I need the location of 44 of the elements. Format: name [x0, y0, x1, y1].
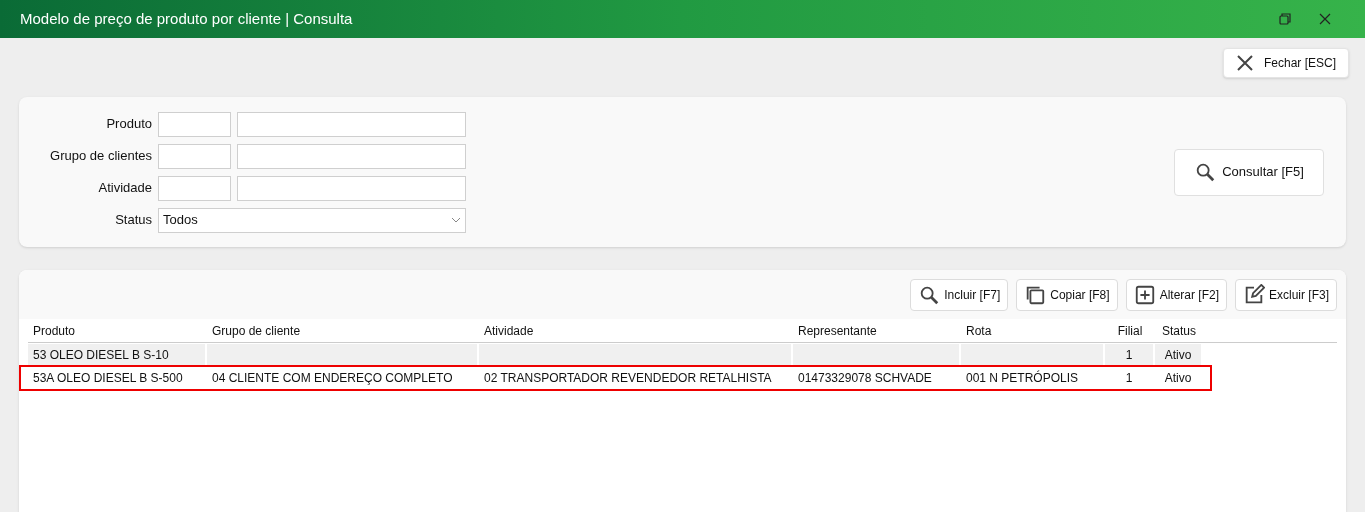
close-icon [1235, 54, 1254, 72]
edit-icon [1243, 283, 1265, 306]
table-cell: 53A OLEO DIESEL B S-500 [28, 367, 207, 389]
field-label: Grupo de clientes [49, 147, 152, 166]
plus-square-icon [1133, 283, 1156, 306]
description-field[interactable] [237, 143, 466, 169]
table-row[interactable]: 53 OLEO DIESEL B S-10 1 Ativo [28, 344, 1337, 366]
code-field[interactable] [158, 175, 231, 201]
table-cell: 01473329078 SCHVADE [793, 367, 961, 389]
search-icon [1194, 161, 1217, 183]
table-cell: 04 CLIENTE COM ENDEREÇO COMPLETO [207, 367, 479, 389]
status-select[interactable]: Todos [158, 207, 466, 233]
field-label: Atividade [97, 179, 152, 198]
toolbar-button[interactable]: Alterar [F2] [1125, 278, 1227, 311]
table-cell: 1 [1105, 367, 1155, 389]
toolbar-button[interactable]: Incluir [F7] [910, 278, 1009, 311]
table-cell: 1 [1105, 344, 1155, 366]
column-header: Rota [965, 322, 993, 340]
table-cell: 53 OLEO DIESEL B S-10 [28, 344, 207, 366]
table-cell: 02 TRANSPORTADOR REVENDEDOR RETALHISTA [479, 367, 793, 389]
code-field[interactable] [158, 143, 231, 169]
chevron-down-icon [451, 217, 461, 223]
field-label: Status [114, 211, 152, 230]
search-button[interactable]: Consultar [F5] [1174, 148, 1324, 196]
highlighted-row[interactable]: 53A OLEO DIESEL B S-500 04 CLIENTE COM ENDEREÇO COMPLETO 02 TRANSPORTADOR REVENDEDOR RETALHISTA 01473329078 SCHVADE 001 N PETRÓPOLIS 1 Ativo [21, 367, 1210, 389]
column-header: Representante [797, 322, 878, 340]
window-title: Modelo de preço de produto por cliente | Consulta [20, 8, 353, 29]
table-cell: Ativo [1155, 367, 1203, 389]
toolbar-button[interactable]: Excluir [F3] [1235, 278, 1337, 311]
column-header: Filial [1116, 322, 1144, 340]
description-field[interactable] [237, 175, 466, 201]
description-field[interactable] [237, 111, 466, 137]
toolbar-button[interactable]: Copiar [F8] [1016, 278, 1118, 311]
column-header: Atividade [483, 322, 535, 340]
field-label: Produto [105, 115, 152, 134]
column-header: Grupo de cliente [211, 322, 302, 340]
table-cell: Ativo [1155, 344, 1203, 366]
close-icon [1319, 13, 1331, 25]
restore-icon [1279, 13, 1291, 25]
table-cell: 001 N PETRÓPOLIS [961, 367, 1105, 389]
column-header: Produto [32, 322, 77, 340]
code-field[interactable] [158, 111, 231, 137]
column-header: Status [1161, 322, 1197, 340]
close-button[interactable]: Fechar [ESC] [1222, 48, 1349, 78]
